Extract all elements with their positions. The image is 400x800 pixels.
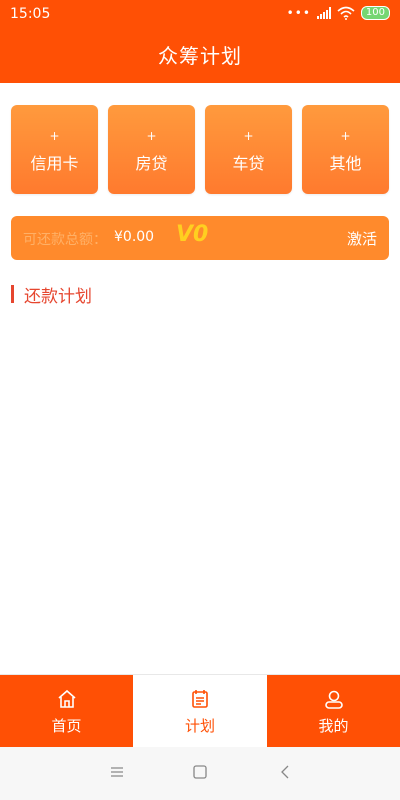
card-other[interactable]: + 其他 (302, 105, 389, 194)
more-dots-icon: ••• (286, 6, 311, 20)
tab-label: 首页 (51, 717, 82, 735)
card-label: 房贷 (135, 154, 168, 173)
home-icon (57, 689, 76, 708)
tab-label: 计划 (184, 717, 215, 735)
wifi-icon (337, 6, 355, 20)
plus-icon: + (146, 129, 157, 143)
page-title: 众筹计划 (158, 44, 242, 68)
status-icons: ••• 100 (287, 6, 390, 20)
plus-icon: + (243, 129, 254, 143)
signal-icon (316, 7, 331, 19)
repayable-total-bar: 可还款总额： ¥0.00 V0 激活 (11, 216, 389, 260)
bottom-tab-bar: 首页 计划 我的 (0, 674, 400, 748)
total-amount: ¥0.00 (114, 229, 155, 245)
loan-type-cards: + 信用卡 + 房贷 + 车贷 + 其他 (11, 105, 389, 194)
card-label: 车贷 (232, 154, 265, 173)
card-credit[interactable]: + 信用卡 (11, 105, 98, 194)
system-nav-bar (0, 747, 400, 800)
status-bar: 15:05 ••• 100 (0, 0, 400, 30)
tab-label: 我的 (318, 717, 349, 735)
user-icon (324, 690, 343, 709)
app-header: 15:05 ••• 100 众筹计划 (0, 0, 400, 83)
back-icon[interactable] (278, 765, 292, 779)
plus-icon: + (49, 129, 60, 143)
tab-home[interactable]: 首页 (0, 675, 133, 748)
tab-mine[interactable]: 我的 (267, 675, 400, 748)
vip-level-badge: V0 (176, 222, 209, 247)
home-square-icon[interactable] (193, 765, 207, 779)
card-mortgage[interactable]: + 房贷 (108, 105, 195, 194)
plus-icon: + (340, 129, 351, 143)
activate-button[interactable]: 激活 (347, 228, 377, 249)
section-title: 还款计划 (24, 286, 92, 307)
section-accent-bar (11, 285, 14, 303)
card-label: 其他 (329, 154, 362, 173)
plan-icon (192, 690, 208, 708)
status-time: 15:05 (10, 6, 51, 22)
total-label: 可还款总额： (23, 232, 107, 248)
menu-icon[interactable] (110, 765, 124, 779)
tab-plan[interactable]: 计划 (133, 675, 267, 748)
card-label: 信用卡 (30, 154, 79, 173)
battery-icon: 100 (360, 6, 390, 20)
section-repayment-plan: 还款计划 (11, 284, 92, 307)
card-car-loan[interactable]: + 车贷 (205, 105, 292, 194)
